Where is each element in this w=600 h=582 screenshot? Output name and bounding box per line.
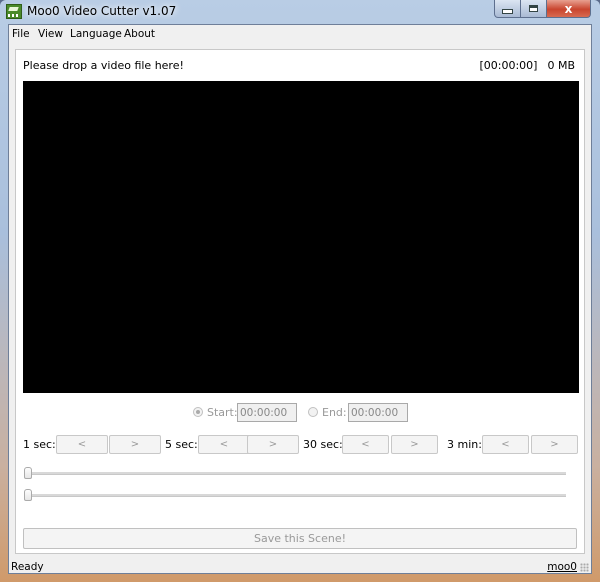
start-time-field[interactable] [237,403,297,422]
save-scene-button[interactable]: Save this Scene! [23,528,577,549]
title-bar[interactable]: Moo0 Video Cutter v1.07 x [0,0,600,24]
video-preview[interactable] [23,81,579,393]
resize-grip[interactable] [580,563,589,572]
menu-about[interactable]: About [124,28,155,40]
start-slider-track [28,472,566,475]
end-radio[interactable] [308,407,318,417]
step-controls: 1 sec: < > 5 sec: < > 30 sec: < > 3 min:… [16,435,584,455]
caption-buttons: x [494,0,591,19]
step-label-30sec: 30 sec: [303,438,343,451]
main-panel: Please drop a video file here! [00:00:00… [15,49,585,554]
app-film-icon [6,4,22,19]
back-1sec-button[interactable]: < [56,435,108,454]
menu-bar: File View Language About [9,25,591,45]
end-slider-thumb[interactable] [24,489,32,501]
end-slider[interactable] [24,489,566,501]
drop-hint: Please drop a video file here! [23,59,184,72]
start-slider[interactable] [24,467,566,479]
forward-30sec-button[interactable]: > [391,435,438,454]
end-label: End: [322,406,347,419]
start-label: Start: [207,406,238,419]
duration-readout: [00:00:00] [479,59,538,72]
menu-view[interactable]: View [38,28,63,40]
forward-3min-button[interactable]: > [531,435,578,454]
app-window: Moo0 Video Cutter v1.07 x File View Lang… [0,0,600,582]
menu-language[interactable]: Language [70,28,122,40]
start-slider-thumb[interactable] [24,467,32,479]
forward-5sec-button[interactable]: > [247,435,299,454]
window-title: Moo0 Video Cutter v1.07 [27,4,177,18]
end-time-field[interactable] [348,403,408,422]
step-label-1sec: 1 sec: [23,438,56,451]
size-readout: 0 MB [547,59,575,72]
back-30sec-button[interactable]: < [342,435,389,454]
step-label-5sec: 5 sec: [165,438,198,451]
client-area: File View Language About Please drop a v… [8,24,592,574]
close-button[interactable]: x [547,0,591,18]
range-row: Start: End: [16,402,584,424]
step-label-3min: 3 min: [447,438,482,451]
back-5sec-button[interactable]: < [198,435,250,454]
minimize-button[interactable] [494,0,521,18]
file-info: [00:00:00] 0 MB [469,59,575,72]
maximize-button[interactable] [521,0,547,18]
menu-file[interactable]: File [12,28,30,40]
start-radio[interactable] [193,407,203,417]
forward-1sec-button[interactable]: > [109,435,161,454]
end-slider-track [28,494,566,497]
close-icon: x [564,1,573,16]
minimize-icon [502,9,513,14]
back-3min-button[interactable]: < [482,435,529,454]
status-text: Ready [11,561,44,573]
moo0-link[interactable]: moo0 [547,561,577,573]
maximize-icon [529,5,538,12]
